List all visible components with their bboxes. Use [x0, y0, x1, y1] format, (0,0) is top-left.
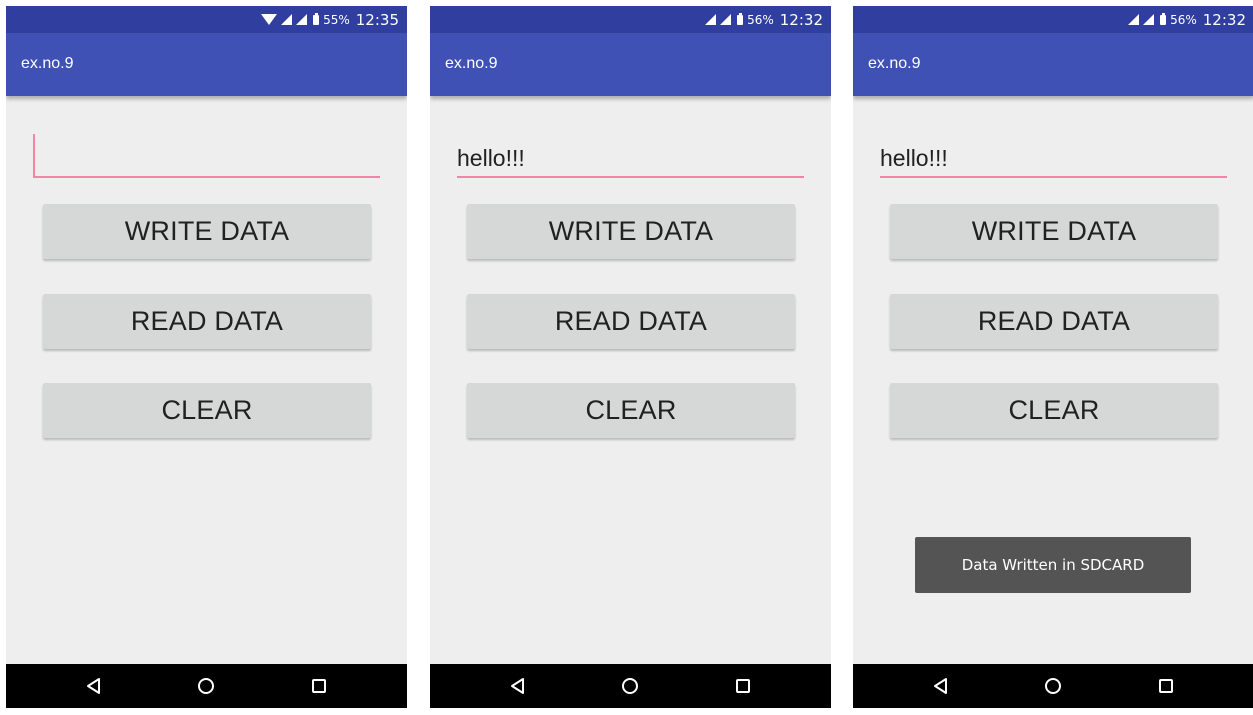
write-data-button[interactable]: WRITE DATA [467, 204, 795, 259]
signal-icon [1143, 14, 1155, 25]
wifi-icon [261, 14, 278, 25]
nav-bar [430, 664, 831, 708]
status-bar: 56% 12:32 [430, 6, 831, 33]
nav-bar [853, 664, 1253, 708]
status-time: 12:32 [1202, 10, 1246, 29]
status-icons: 55% [261, 12, 350, 27]
battery-percent: 56% [747, 12, 774, 27]
signal-icon [720, 14, 732, 25]
status-time: 12:35 [355, 10, 399, 29]
read-data-button[interactable]: READ DATA [890, 294, 1218, 349]
phone-screen-3: 56% 12:32 ex.no.9 hello!!! WRITE DATA RE… [853, 6, 1253, 708]
status-icons: 56% [1128, 12, 1197, 27]
write-data-button[interactable]: WRITE DATA [43, 204, 371, 259]
battery-percent: 55% [323, 12, 350, 27]
signal-icon [281, 14, 293, 25]
app-bar: ex.no.9 [6, 33, 407, 96]
app-title: ex.no.9 [868, 55, 921, 72]
battery-icon [313, 12, 320, 25]
data-input[interactable]: hello!!! [457, 134, 804, 178]
nav-bar [6, 664, 407, 708]
signal-icon [296, 14, 308, 25]
write-data-button[interactable]: WRITE DATA [890, 204, 1218, 259]
status-bar: 56% 12:32 [853, 6, 1253, 33]
input-value: hello!!! [880, 145, 948, 171]
home-icon[interactable] [610, 666, 650, 706]
battery-icon [737, 12, 744, 25]
read-data-button[interactable]: READ DATA [467, 294, 795, 349]
data-input[interactable] [33, 134, 380, 178]
app-title: ex.no.9 [445, 55, 498, 72]
data-input[interactable]: hello!!! [880, 134, 1227, 178]
input-underline [33, 176, 380, 178]
toast-message: Data Written in SDCARD [915, 537, 1191, 593]
input-value: hello!!! [457, 145, 525, 171]
recents-icon[interactable] [299, 666, 339, 706]
app-bar: ex.no.9 [430, 33, 831, 96]
battery-icon [1160, 12, 1167, 25]
home-icon[interactable] [1033, 666, 1073, 706]
back-icon[interactable] [74, 666, 114, 706]
home-icon[interactable] [186, 666, 226, 706]
input-underline [457, 176, 804, 178]
recents-icon[interactable] [723, 666, 763, 706]
phone-screen-1: 55% 12:35 ex.no.9 WRITE DATA READ DATA C… [6, 6, 407, 708]
signal-icon [705, 14, 717, 25]
app-title: ex.no.9 [21, 55, 74, 72]
input-underline [880, 176, 1227, 178]
back-icon[interactable] [498, 666, 538, 706]
back-icon[interactable] [921, 666, 961, 706]
status-icons: 56% [705, 12, 774, 27]
status-bar: 55% 12:35 [6, 6, 407, 33]
signal-icon [1128, 14, 1140, 25]
app-bar: ex.no.9 [853, 33, 1253, 96]
status-time: 12:32 [779, 10, 823, 29]
read-data-button[interactable]: READ DATA [43, 294, 371, 349]
text-cursor [33, 134, 35, 176]
clear-button[interactable]: CLEAR [890, 383, 1218, 438]
clear-button[interactable]: CLEAR [43, 383, 371, 438]
battery-percent: 56% [1170, 12, 1197, 27]
recents-icon[interactable] [1146, 666, 1186, 706]
phone-screen-2: 56% 12:32 ex.no.9 hello!!! WRITE DATA RE… [430, 6, 831, 708]
clear-button[interactable]: CLEAR [467, 383, 795, 438]
